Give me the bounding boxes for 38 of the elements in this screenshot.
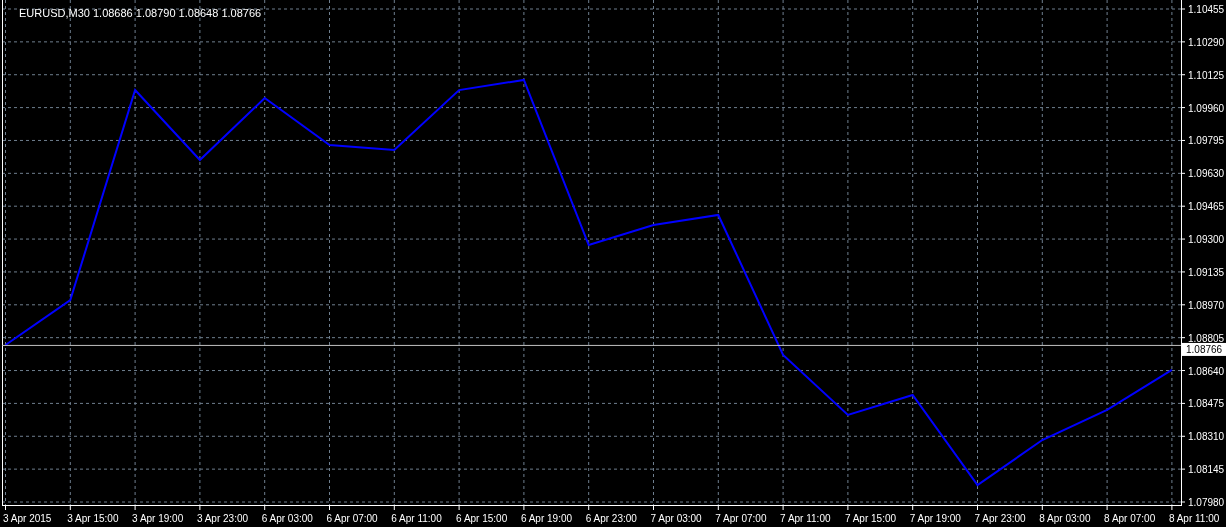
time-axis-label: 7 Apr 19:00 bbox=[909, 513, 961, 524]
time-axis-label: 6 Apr 15:00 bbox=[456, 513, 508, 524]
time-axis-label: 3 Apr 15:00 bbox=[67, 513, 119, 524]
time-axis-label: 3 Apr 23:00 bbox=[196, 513, 249, 524]
time-axis-label: 7 Apr 15:00 bbox=[844, 513, 897, 524]
time-axis-label: 3 Apr 19:00 bbox=[132, 513, 184, 524]
time-axis-label: 8 Apr 11:00 bbox=[1168, 513, 1220, 524]
price-axis-label: 1.08475 bbox=[1188, 398, 1225, 410]
price-axis-label: 1.08970 bbox=[1188, 299, 1225, 311]
time-axis-label: 8 Apr 07:00 bbox=[1104, 513, 1156, 524]
time-axis-label: 8 Apr 03:00 bbox=[1039, 513, 1091, 524]
time-axis-label: 6 Apr 07:00 bbox=[326, 513, 378, 524]
price-axis-label: 1.08805 bbox=[1188, 332, 1225, 344]
price-axis-label: 1.07980 bbox=[1188, 497, 1225, 508]
time-axis-label: 6 Apr 23:00 bbox=[585, 513, 637, 524]
time-axis-label: 7 Apr 07:00 bbox=[715, 513, 767, 524]
price-axis-label: 1.09135 bbox=[1188, 266, 1225, 278]
current-price-badge: 1.08766 bbox=[1182, 342, 1226, 356]
time-axis-label: 7 Apr 23:00 bbox=[974, 513, 1026, 524]
price-axis-label: 1.08145 bbox=[1188, 464, 1225, 476]
price-axis-label: 1.09465 bbox=[1188, 201, 1225, 213]
price-axis-label: 1.10125 bbox=[1188, 69, 1225, 81]
price-axis-label: 1.09300 bbox=[1188, 234, 1225, 246]
time-axis-label: 7 Apr 03:00 bbox=[650, 513, 702, 524]
price-axis-label: 1.10455 bbox=[1188, 4, 1225, 15]
ref-line-label: 1.08766 bbox=[1186, 343, 1223, 355]
time-axis-label: 6 Apr 03:00 bbox=[261, 513, 313, 524]
time-axis-label: 6 Apr 19:00 bbox=[520, 513, 573, 524]
time-axis-label: 6 Apr 11:00 bbox=[391, 513, 442, 524]
time-axis-label: 7 Apr 11:00 bbox=[780, 513, 831, 524]
price-axis-label: 1.10290 bbox=[1188, 36, 1225, 48]
price-axis-label: 1.09630 bbox=[1188, 168, 1225, 180]
time-axis-label: 3 Apr 2015 bbox=[3, 513, 52, 524]
price-axis-label: 1.08310 bbox=[1188, 431, 1225, 443]
price-axis-label: 1.09795 bbox=[1188, 135, 1225, 147]
price-axis-label: 1.09960 bbox=[1188, 102, 1225, 114]
chart-header: EURUSD,M30 1.08686 1.08790 1.08648 1.08766 bbox=[19, 7, 262, 19]
price-axis-label: 1.08640 bbox=[1188, 365, 1225, 377]
